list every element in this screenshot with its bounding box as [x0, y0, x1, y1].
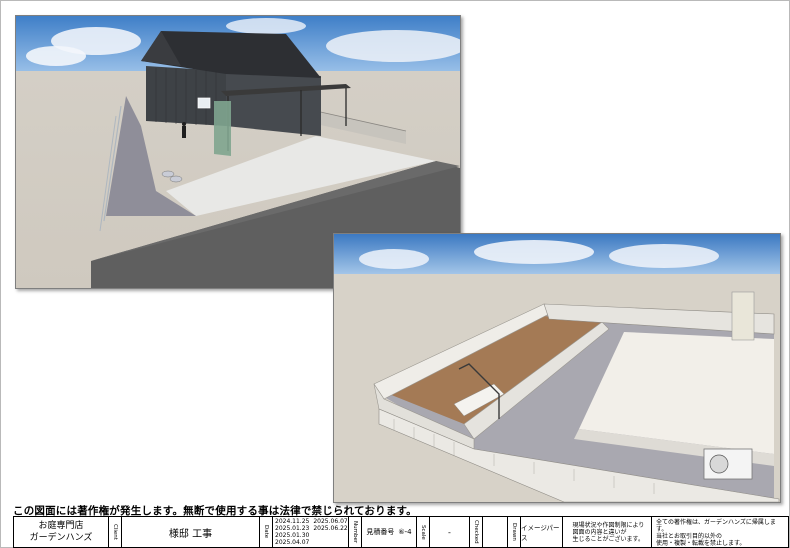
drawing-sheet: この図面には著作権が発生します。無断で使用する事は法律で禁じられております。 お… [0, 0, 790, 548]
number-label: Number [352, 520, 358, 544]
disclaimer-line: 図面の内容と違いが [572, 528, 627, 536]
garden-render-image [334, 234, 780, 502]
scale-value: - [448, 527, 451, 537]
dates-cell: 2024.11.25 2025.01.23 2025.01.30 2025.04… [273, 517, 349, 547]
dates-column-1: 2024.11.25 2025.01.23 2025.01.30 2025.04… [273, 517, 311, 547]
disclaimer-line: 生じることがございます。 [572, 535, 644, 543]
drawing-type: イメージパース [521, 524, 560, 542]
drawing-type-cell: イメージパース [521, 517, 563, 547]
number-label-cell: Number [349, 517, 362, 547]
date-entry: 2025.06.22 [313, 525, 348, 532]
client-label-cell: Client [109, 517, 122, 547]
drawn-label-cell: Drawn [508, 517, 521, 547]
scale-label-cell: Scale [417, 517, 430, 547]
drawn-label: Drawn [511, 523, 517, 541]
estimate-number: ⑥-4 [398, 528, 412, 536]
disclaimer-cell: 現場状況や作図制限により 図面の内容と違いが 生じることがございます。 [563, 517, 652, 547]
estimate-label: 見積番号 [366, 528, 395, 536]
date-label: Date [263, 525, 269, 539]
date-entry: 2025.06.07 [313, 518, 348, 525]
company-line1: お庭専門店 [38, 521, 84, 531]
rights-cell: 全ての著作権は、ガーデンハンズに帰属します。 当社とお取引目的以外の 使用・複製… [652, 517, 788, 547]
company-name: ガーデンハンズ [29, 533, 93, 543]
title-block: お庭専門店 ガーデンハンズ Client 様邸 工事 Date 2024.11.… [13, 516, 789, 548]
scale-cell: - [430, 517, 470, 547]
checked-cell [483, 517, 508, 547]
client-label: Client [112, 524, 118, 540]
checked-label: Checked [473, 520, 479, 544]
rights-line: 使用・複製・転載を禁止します。 [656, 540, 746, 547]
client-cell: 様邸 工事 [122, 517, 260, 547]
rights-text: 全ての著作権は、ガーデンハンズに帰属します。 当社とお取引目的以外の 使用・複製… [652, 517, 788, 547]
date-entry: 2025.04.07 [275, 539, 310, 546]
disclaimer-text: 現場状況や作図制限により 図面の内容と違いが 生じることがございます。 [570, 522, 645, 543]
company-cell: お庭専門店 ガーデンハンズ [14, 517, 109, 547]
client-name: 様邸 工事 [168, 528, 213, 540]
disclaimer-line: 現場状況や作図制限により [572, 521, 645, 529]
date-entry: 2025.01.30 [275, 532, 310, 539]
scale-label: Scale [420, 524, 426, 540]
estimate-cell: 見積番号 ⑥-4 [362, 517, 417, 547]
date-label-cell: Date [260, 517, 273, 547]
rights-line: 全ての著作権は、ガーデンハンズに帰属します。 [656, 519, 776, 533]
checked-label-cell: Checked [470, 517, 483, 547]
date-entry: 2025.01.23 [275, 525, 310, 532]
dates-column-2: 2025.06.07 2025.06.22 [311, 517, 348, 547]
garden-birdseye-render [333, 233, 781, 503]
rights-line: 当社とお取引目的以外の [656, 533, 723, 540]
date-entry: 2024.11.25 [275, 518, 310, 525]
